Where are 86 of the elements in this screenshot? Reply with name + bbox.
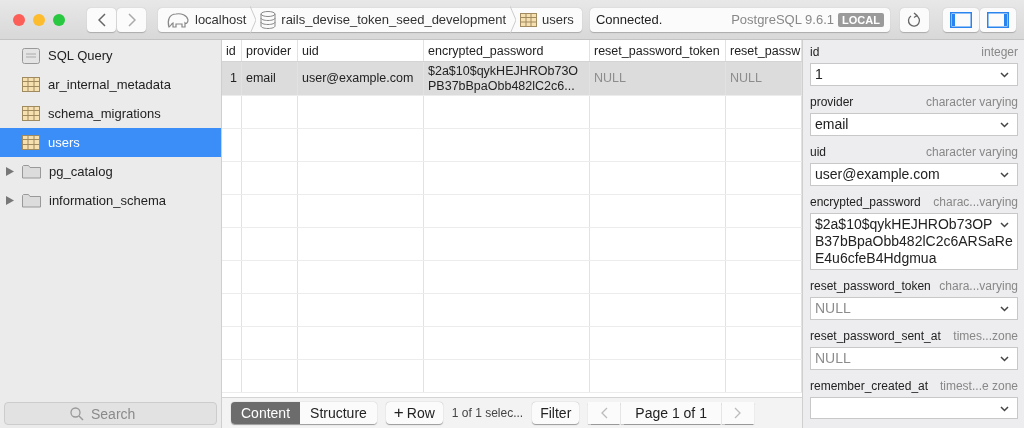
sidebar-item[interactable]: pg_catalog: [0, 157, 221, 186]
status-text: Connected.: [595, 12, 663, 27]
table-cell: $2a$10$qykHEJHROb73O PB37bBpaObb482lC2c6...: [424, 62, 590, 95]
folder-icon: [22, 193, 41, 208]
field-type: character varying: [925, 95, 1018, 109]
field-type: timest...e zone: [939, 379, 1018, 393]
field-label: uid: [810, 145, 826, 159]
sidebar-left-icon: [949, 11, 972, 28]
minimize-button[interactable]: [33, 13, 45, 26]
field-type: integer: [981, 45, 1018, 59]
field-label: reset_password_sent_at: [810, 329, 941, 343]
search-icon: [70, 407, 84, 421]
column-header[interactable]: id: [222, 40, 242, 61]
chevron-left-icon: [97, 12, 106, 27]
field-type: character varying: [925, 145, 1018, 159]
breadcrumb[interactable]: rails_devise_token_seed_development: [260, 10, 507, 29]
caret-icon: [1000, 356, 1009, 362]
table-cell: email: [242, 62, 298, 95]
caret-icon: [1000, 306, 1009, 312]
column-header[interactable]: reset_password_token: [590, 40, 726, 61]
caret-icon: [1000, 122, 1009, 128]
field-type: chara...varying: [939, 279, 1018, 293]
field-label: reset_password_token: [810, 279, 931, 293]
right-pane-toggle[interactable]: [979, 7, 1016, 32]
column-header[interactable]: provider: [242, 40, 298, 61]
server-version: PostgreSQL 9.6.1: [731, 12, 834, 27]
value-field[interactable]: NULL: [810, 347, 1018, 370]
chevron-left-icon: [600, 407, 608, 419]
selection-count: 1 of 1 selec...: [451, 406, 524, 420]
column-header[interactable]: uid: [298, 40, 424, 61]
sidebar-item[interactable]: SQL Query: [0, 41, 221, 70]
back-button[interactable]: [87, 7, 116, 32]
next-page-button[interactable]: [721, 402, 754, 424]
table-cell: NULL: [590, 62, 726, 95]
caret-icon: [1000, 172, 1009, 178]
sidebar-right-icon: [986, 11, 1009, 28]
breadcrumb[interactable]: localhost: [166, 10, 247, 29]
forward-button[interactable]: [117, 7, 146, 32]
sql-file-icon: [22, 47, 40, 64]
table-cell: 1: [222, 62, 242, 95]
value-field[interactable]: email: [810, 113, 1018, 136]
page-button[interactable]: Page 1 of 1: [621, 402, 721, 424]
field-type: charac...varying: [933, 195, 1018, 209]
chevron-right-icon: [127, 12, 136, 27]
caret-icon: [1000, 72, 1009, 78]
previous-page-button[interactable]: [588, 402, 621, 424]
local-badge: LOCAL: [838, 12, 884, 27]
table-icon: [22, 135, 40, 150]
elephant-icon: [166, 10, 190, 29]
filter-button[interactable]: Filter: [532, 402, 580, 424]
sidebar-item[interactable]: schema_migrations: [0, 99, 221, 128]
value-field[interactable]: $2a$10$qykHEJHROb73OP B37bBpaObb482lC2c6ARSaRe E4u6cfeB4Hdgmua: [810, 213, 1018, 270]
close-button[interactable]: [13, 13, 25, 26]
table-icon: [520, 12, 538, 27]
field-label: encrypted_password: [810, 195, 921, 209]
caret-icon: [1000, 222, 1009, 228]
folder-icon: [22, 164, 41, 179]
field-label: remember_created_at: [810, 379, 929, 393]
database-icon: [260, 10, 277, 29]
field-label: id: [810, 45, 820, 59]
table-icon: [22, 106, 40, 121]
add-row-button[interactable]: + Row: [385, 402, 443, 424]
left-pane-toggle[interactable]: [942, 7, 979, 32]
table-row[interactable]: 1 email user@example.com $2a$10$qykHEJHROb73O PB37bBpaObb482lC2c6... NULL NULL: [222, 62, 802, 96]
zoom-button[interactable]: [53, 13, 65, 26]
table-icon: [22, 77, 40, 92]
view-tab[interactable]: Structure: [300, 402, 377, 424]
chevron-right-icon: [510, 5, 517, 34]
value-field[interactable]: user@example.com: [810, 163, 1018, 186]
chevron-right-icon: [250, 5, 257, 34]
field-label: provider: [810, 95, 854, 109]
sidebar-item[interactable]: information_schema: [0, 186, 221, 215]
caret-icon: [1000, 406, 1009, 412]
chevron-right-icon: [734, 407, 742, 419]
value-field[interactable]: 1: [810, 63, 1018, 86]
value-field[interactable]: NULL: [810, 297, 1018, 320]
search-field[interactable]: Search: [4, 402, 217, 425]
breadcrumb[interactable]: users: [520, 12, 574, 27]
field-type: times...zone: [953, 329, 1018, 343]
refresh-button[interactable]: [899, 7, 929, 32]
sidebar-item[interactable]: ar_internal_metadata: [0, 70, 221, 99]
view-tab[interactable]: Content: [231, 402, 301, 424]
table-cell: user@example.com: [298, 62, 424, 95]
refresh-icon: [907, 11, 922, 28]
column-header[interactable]: encrypted_password: [424, 40, 590, 61]
value-field[interactable]: [810, 397, 1018, 419]
